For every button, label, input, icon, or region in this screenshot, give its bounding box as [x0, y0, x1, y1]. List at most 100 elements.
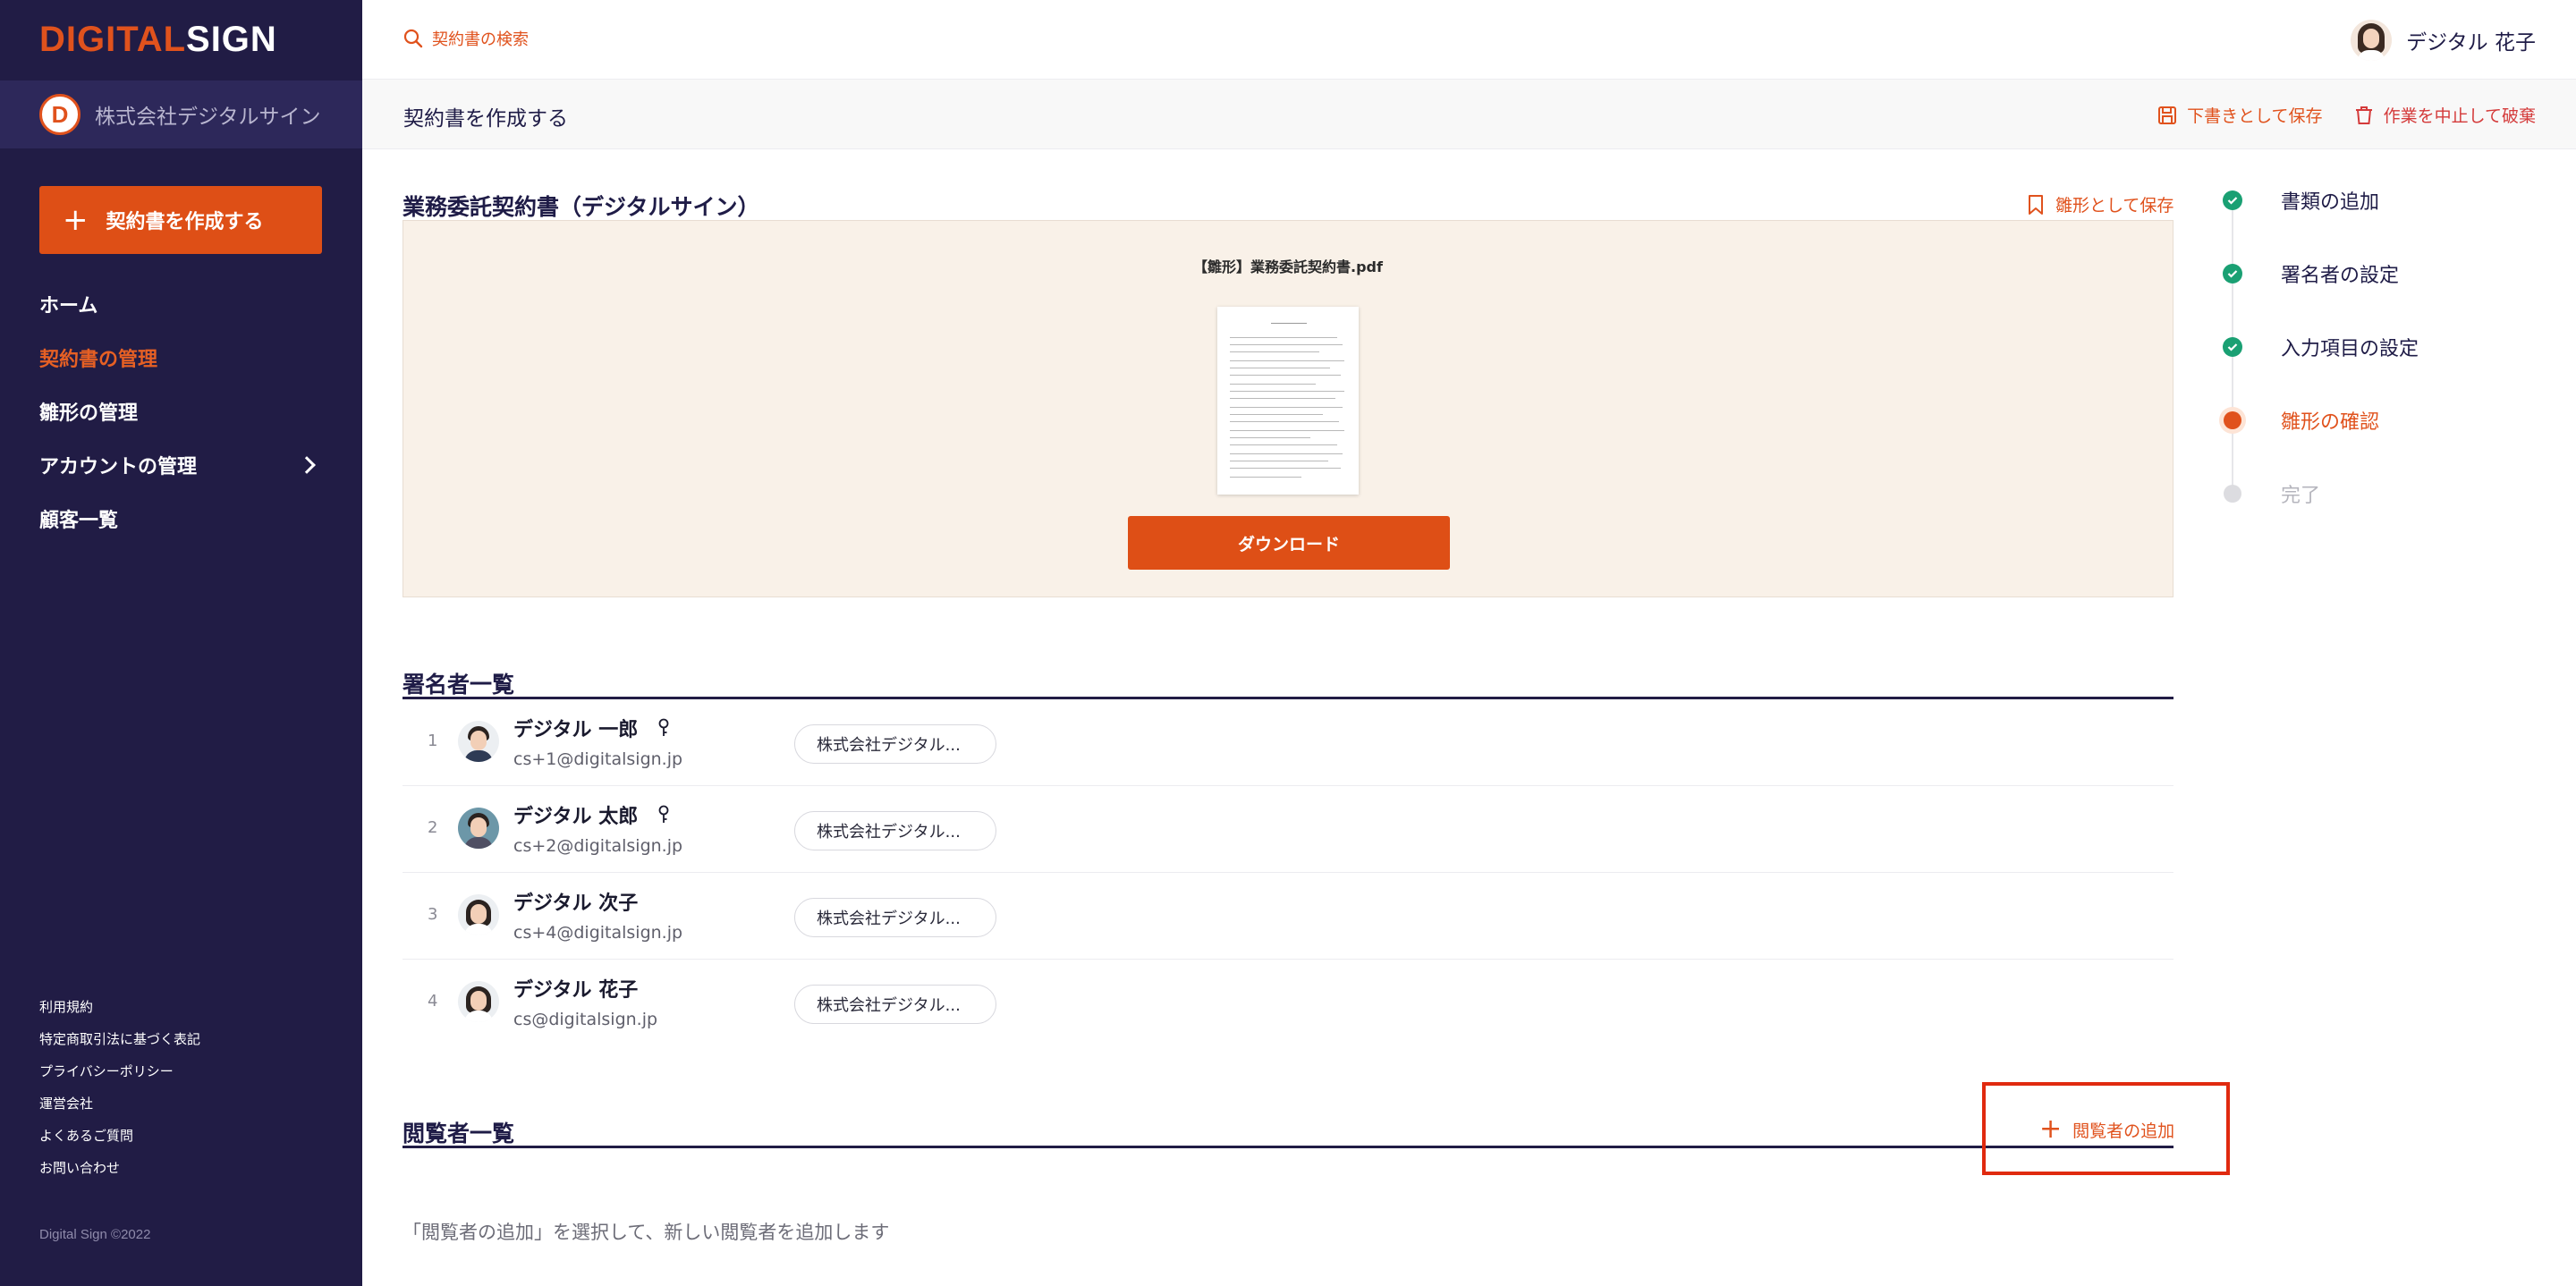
table-row[interactable]: 3 デジタル 次子 cs+4@digitalsign.jp 株式会社デジタル..…	[402, 873, 2174, 960]
signer-email: cs+1@digitalsign.jp	[513, 749, 683, 769]
sidebar-item-label: ホーム	[39, 295, 98, 317]
subheader-actions: 下書きとして保存 作業を中止して破棄	[2126, 103, 2536, 127]
viewers-divider	[402, 1146, 2174, 1148]
signer-email: cs@digitalsign.jp	[513, 1010, 658, 1029]
signer-email: cs+4@digitalsign.jp	[513, 923, 683, 943]
footer-link-terms[interactable]: 利用規約	[39, 991, 200, 1023]
sidebar-item-customers[interactable]: 顧客一覧	[39, 492, 322, 546]
key-icon	[658, 805, 669, 823]
step-label: 雛形の確認	[2281, 411, 2380, 434]
save-draft-button[interactable]: 下書きとして保存	[2157, 103, 2323, 127]
step-label: 入力項目の設定	[2281, 338, 2419, 360]
signer-order: 4	[428, 992, 438, 1011]
company-logo-icon: D	[39, 94, 80, 135]
search-icon	[403, 29, 423, 48]
download-button[interactable]: ダウンロード	[1128, 516, 1450, 570]
step-signers: 署名者の設定	[2211, 252, 2399, 295]
table-row[interactable]: 4 デジタル 花子 cs@digitalsign.jp 株式会社デジタル...	[402, 960, 2174, 1046]
signer-name-wrap: デジタル 次子	[513, 887, 638, 916]
sidebar: DIGITALSIGN D 株式会社デジタルサイン + 契約書を作成する ホーム…	[0, 0, 362, 1286]
user-menu[interactable]: デジタル 花子	[2351, 20, 2536, 61]
create-contract-button[interactable]: + 契約書を作成する	[39, 186, 322, 254]
sidebar-item-label: 顧客一覧	[39, 510, 119, 532]
table-row[interactable]: 2 デジタル 太郎 cs+2@digitalsign.jp 株式会社デジタル..…	[402, 786, 2174, 873]
sidebar-item-label: アカウントの管理	[39, 456, 198, 478]
sidebar-item-accounts[interactable]: アカウントの管理	[39, 438, 322, 492]
trash-icon	[2355, 106, 2372, 124]
signer-name: デジタル 一郎	[513, 719, 639, 741]
signer-name-wrap: デジタル 一郎	[513, 714, 670, 742]
document-preview: 【雛形】業務委託契約書.pdf ダウンロード	[402, 220, 2174, 597]
document-title: 業務委託契約書（デジタルサイン）	[402, 194, 760, 220]
topbar: 契約書の検索 デジタル 花子	[362, 0, 2576, 80]
sidebar-item-label: 雛形の管理	[39, 402, 139, 425]
signer-company-chip[interactable]: 株式会社デジタル...	[794, 811, 996, 850]
footer-link-contact[interactable]: お問い合わせ	[39, 1152, 200, 1184]
footer-link-faq[interactable]: よくあるご質問	[39, 1120, 200, 1152]
signer-name-wrap: デジタル 花子	[513, 974, 638, 1003]
signers-section-title: 署名者一覧	[402, 672, 515, 698]
plus-icon: +	[63, 202, 89, 238]
avatar	[458, 981, 499, 1022]
footer-link-privacy[interactable]: プライバシーポリシー	[39, 1055, 200, 1087]
signer-company-chip[interactable]: 株式会社デジタル...	[794, 898, 996, 937]
step-add-document: 書類の追加	[2211, 179, 2379, 222]
chevron-right-icon	[298, 456, 316, 474]
viewers-section-title: 閲覧者一覧	[402, 1121, 515, 1146]
save-as-template-label: 雛形として保存	[2055, 196, 2174, 216]
copyright: Digital Sign ©2022	[39, 1227, 151, 1242]
sidebar-item-contracts[interactable]: 契約書の管理	[39, 331, 322, 385]
step-complete: 完了	[2211, 472, 2320, 515]
bookmark-icon	[2029, 194, 2043, 215]
signer-name-wrap: デジタル 太郎	[513, 800, 670, 829]
key-icon	[658, 718, 669, 736]
brand-logo-part2: SIGN	[186, 20, 277, 59]
step-confirm-template: 雛形の確認	[2211, 399, 2379, 442]
avatar	[458, 721, 499, 762]
discard-button[interactable]: 作業を中止して破棄	[2353, 103, 2536, 127]
floppy-disk-icon	[2158, 106, 2177, 124]
signer-name: デジタル 太郎	[513, 806, 639, 828]
step-label: 署名者の設定	[2281, 265, 2400, 287]
company-name: 株式会社デジタルサイン	[95, 106, 321, 129]
footer-links: 利用規約 特定商取引法に基づく表記 プライバシーポリシー 運営会社 よくあるご質…	[39, 991, 200, 1184]
signer-order: 1	[428, 732, 438, 750]
sidebar-item-home[interactable]: ホーム	[39, 277, 322, 331]
footer-link-commerce-law[interactable]: 特定商取引法に基づく表記	[39, 1023, 200, 1055]
signer-company-chip[interactable]: 株式会社デジタル...	[794, 724, 996, 764]
brand-logo-part1: DIGITAL	[39, 20, 187, 59]
user-name: デジタル 花子	[2406, 31, 2536, 55]
footer-link-company[interactable]: 運営会社	[39, 1087, 200, 1120]
viewers-empty-message: 「閲覧者の追加」を選択して、新しい閲覧者を追加します	[402, 1222, 890, 1243]
company-switcher[interactable]: D 株式会社デジタルサイン	[0, 80, 362, 148]
avatar	[2351, 20, 2393, 61]
step-input-fields: 入力項目の設定	[2211, 326, 2419, 368]
signer-order: 2	[428, 818, 438, 837]
sidebar-nav: ホーム 契約書の管理 雛形の管理 アカウントの管理 顧客一覧	[39, 277, 322, 546]
sidebar-item-templates[interactable]: 雛形の管理	[39, 385, 322, 438]
search-input[interactable]: 契約書の検索	[403, 27, 529, 50]
sidebar-item-label: 契約書の管理	[39, 349, 158, 371]
check-circle-icon	[2223, 264, 2242, 283]
signer-name: デジタル 次子	[513, 893, 639, 915]
table-row[interactable]: 1 デジタル 一郎 cs+1@digitalsign.jp 株式会社デジタル..…	[402, 699, 2174, 786]
save-draft-label: 下書きとして保存	[2187, 106, 2323, 126]
signer-company-chip[interactable]: 株式会社デジタル...	[794, 985, 996, 1024]
signer-email: cs+2@digitalsign.jp	[513, 836, 683, 856]
signer-order: 3	[428, 905, 438, 924]
pdf-file-name: 【雛形】業務委託契約書.pdf	[1193, 258, 1383, 275]
create-contract-label: 契約書を作成する	[106, 211, 264, 233]
step-label: 完了	[2281, 485, 2321, 507]
signer-name: デジタル 花子	[513, 979, 639, 1002]
page-subheader: 契約書を作成する 下書きとして保存 作業を中止して破棄	[362, 80, 2576, 149]
highlight-box	[1982, 1082, 2230, 1175]
brand-logo[interactable]: DIGITALSIGN	[39, 20, 277, 60]
save-as-template-button[interactable]: 雛形として保存	[2027, 192, 2174, 216]
page-title: 契約書を作成する	[403, 107, 568, 131]
pending-step-icon	[2224, 485, 2241, 503]
step-label: 書類の追加	[2281, 191, 2380, 214]
pdf-thumbnail[interactable]	[1217, 307, 1359, 495]
avatar	[458, 894, 499, 935]
check-circle-icon	[2223, 190, 2242, 210]
current-step-icon	[2219, 407, 2246, 434]
